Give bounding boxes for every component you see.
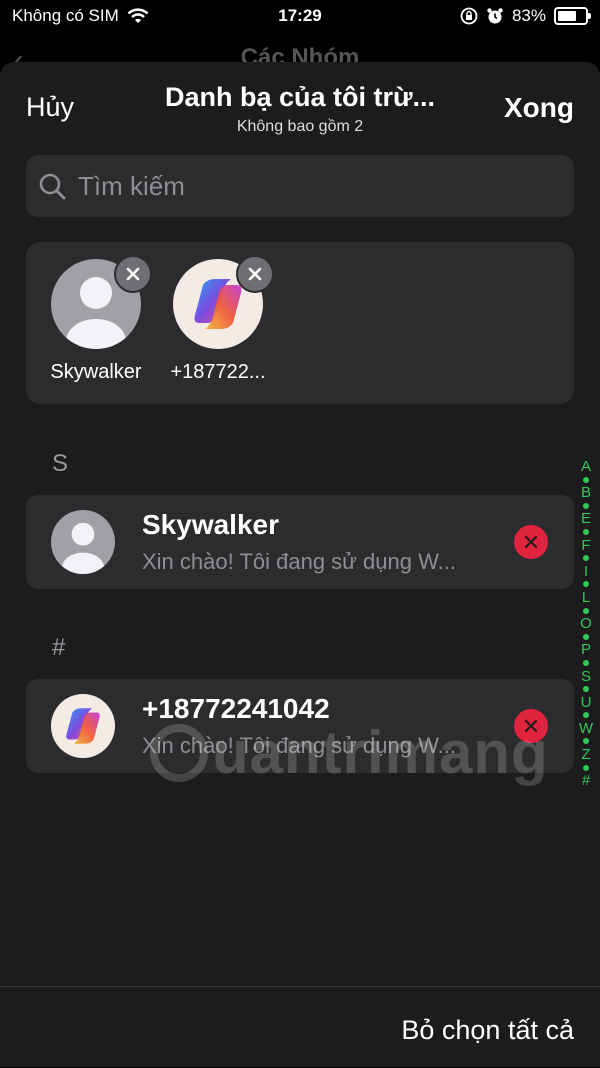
close-icon <box>524 535 538 549</box>
alarm-icon <box>487 8 503 24</box>
selected-name: Skywalker <box>50 361 142 383</box>
index-letter[interactable]: O <box>578 616 594 631</box>
done-button[interactable]: Xong <box>504 92 574 124</box>
index-letter[interactable]: A <box>578 459 594 474</box>
copilot-logo-icon <box>66 708 100 744</box>
remove-selected-button[interactable] <box>236 255 274 293</box>
battery-icon <box>554 7 591 25</box>
section-header: S <box>52 450 69 477</box>
index-letter[interactable]: Z <box>578 747 594 762</box>
index-letter[interactable]: P <box>578 642 594 657</box>
selected-name: +187722... <box>170 361 266 383</box>
watermark: uantrimang <box>150 718 549 787</box>
index-letter[interactable]: L <box>578 590 594 605</box>
sheet-title: Danh bạ của tôi trừ... <box>164 82 436 112</box>
close-icon <box>248 267 262 281</box>
deselect-all-button[interactable]: Bỏ chọn tất cả <box>401 1015 574 1046</box>
index-dot <box>583 686 589 693</box>
contact-picker-sheet: Hủy Danh bạ của tôi trừ... Không bao gồm… <box>0 62 600 1067</box>
index-letter[interactable]: U <box>578 695 594 710</box>
remove-selected-button[interactable] <box>114 255 152 293</box>
index-letter[interactable]: E <box>578 511 594 526</box>
index-dot <box>583 581 589 588</box>
status-bar: Không có SIM 17:29 83% <box>0 0 600 34</box>
index-dot <box>583 738 589 745</box>
contact-name: Skywalker <box>142 509 279 540</box>
nav-bar: Hủy Danh bạ của tôi trừ... Không bao gồm… <box>0 78 600 148</box>
index-letter[interactable]: # <box>578 773 594 788</box>
rotation-lock-icon <box>460 7 478 25</box>
index-letter[interactable]: B <box>578 485 594 500</box>
index-letter[interactable]: F <box>578 538 594 553</box>
search-placeholder: Tìm kiếm <box>78 170 185 201</box>
index-letter[interactable]: S <box>578 669 594 684</box>
index-dot <box>583 712 589 719</box>
index-letter[interactable]: W <box>578 721 594 736</box>
index-dot <box>583 502 589 509</box>
search-icon <box>38 172 66 200</box>
avatar <box>51 694 115 758</box>
sheet-subtitle: Không bao gồm 2 <box>236 118 364 135</box>
watermark-logo-icon <box>150 723 208 782</box>
section-header: # <box>52 634 66 661</box>
index-dot <box>583 764 589 771</box>
contact-status: Xin chào! Tôi đang sử dụng W... <box>142 549 456 574</box>
index-dot <box>583 607 589 614</box>
status-right: 83% <box>460 6 591 26</box>
selected-chip-skywalker[interactable]: Skywalker <box>36 255 156 384</box>
remove-contact-button[interactable] <box>514 525 548 559</box>
search-field[interactable]: Tìm kiếm <box>26 155 574 217</box>
watermark-text: uantrimang <box>212 719 549 786</box>
cancel-button[interactable]: Hủy <box>26 92 74 123</box>
index-dot <box>583 659 589 666</box>
index-dot <box>583 528 589 535</box>
index-letter[interactable]: I <box>578 564 594 579</box>
index-dot <box>583 555 589 562</box>
default-person-icon <box>61 522 105 574</box>
index-dot <box>583 633 589 640</box>
index-dot <box>583 476 589 483</box>
selected-chip-phone[interactable]: +187722... <box>158 255 278 384</box>
battery-percent: 83% <box>511 6 546 25</box>
avatar <box>51 510 115 574</box>
section-index[interactable]: A B E F I L O P S U W Z # <box>578 459 594 788</box>
selected-contacts: Skywalker +187722... <box>26 242 574 404</box>
close-icon <box>126 267 140 281</box>
contact-row[interactable]: Skywalker Xin chào! Tôi đang sử dụng W..… <box>26 495 574 589</box>
footer-toolbar: Bỏ chọn tất cả <box>0 986 600 1068</box>
